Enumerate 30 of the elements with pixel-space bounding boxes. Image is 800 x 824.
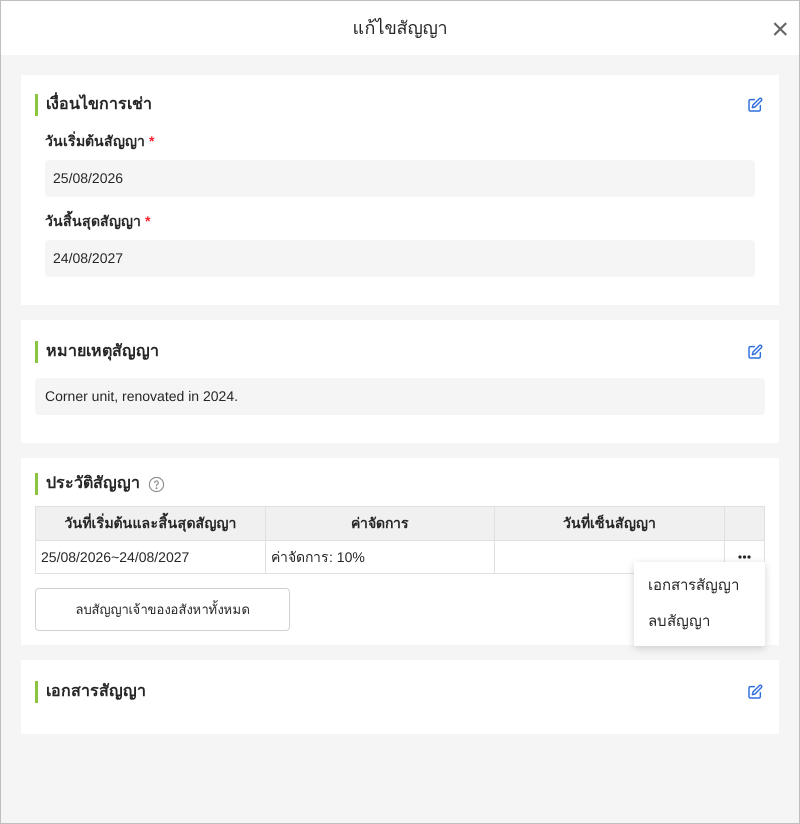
section-title: เอกสารสัญญา [46, 682, 146, 702]
note-field[interactable]: Corner unit, renovated in 2024. [35, 378, 765, 415]
edit-icon [747, 344, 763, 360]
more-icon [738, 555, 751, 559]
dialog-title: แก้ไขสัญญา [352, 16, 448, 40]
section-accent-bar [35, 341, 38, 363]
date-field[interactable]: 24/08/2027 [45, 240, 755, 277]
section-title: เงื่อนไขการเช่า [46, 93, 152, 117]
edit-icon [747, 684, 763, 700]
required-mark: * [149, 132, 154, 151]
edit-icon [747, 97, 763, 113]
menu-item[interactable]: เอกสารสัญญา [634, 568, 765, 604]
column-header: วันที่เริ่มต้นและสิ้นสุดสัญญา [36, 507, 266, 540]
menu-item[interactable]: ลบสัญญา [634, 604, 765, 640]
column-header: ค่าจัดการ [266, 507, 495, 540]
column-header: วันที่เซ็นสัญญา [495, 507, 725, 540]
table-cell: ค่าจัดการ: 10% [266, 541, 495, 573]
help-icon [148, 476, 165, 492]
delete-all-button[interactable]: ลบสัญญาเจ้าของอสังหาทั้งหมด [35, 588, 290, 631]
date-field[interactable]: 25/08/2026 [45, 160, 755, 197]
field-label: วันสิ้นสุดสัญญา [45, 211, 141, 232]
section-accent-bar [35, 473, 38, 495]
required-mark: * [145, 212, 150, 231]
section-accent-bar [35, 681, 38, 703]
field-label: วันเริ่มต้นสัญญา [45, 131, 145, 152]
table-cell: 25/08/2026~24/08/2027 [36, 541, 266, 573]
section-title: หมายเหตุสัญญา [46, 342, 159, 362]
section-accent-bar [35, 94, 38, 116]
section-title: ประวัติสัญญา [46, 474, 140, 494]
close-button[interactable]: × [771, 15, 789, 45]
